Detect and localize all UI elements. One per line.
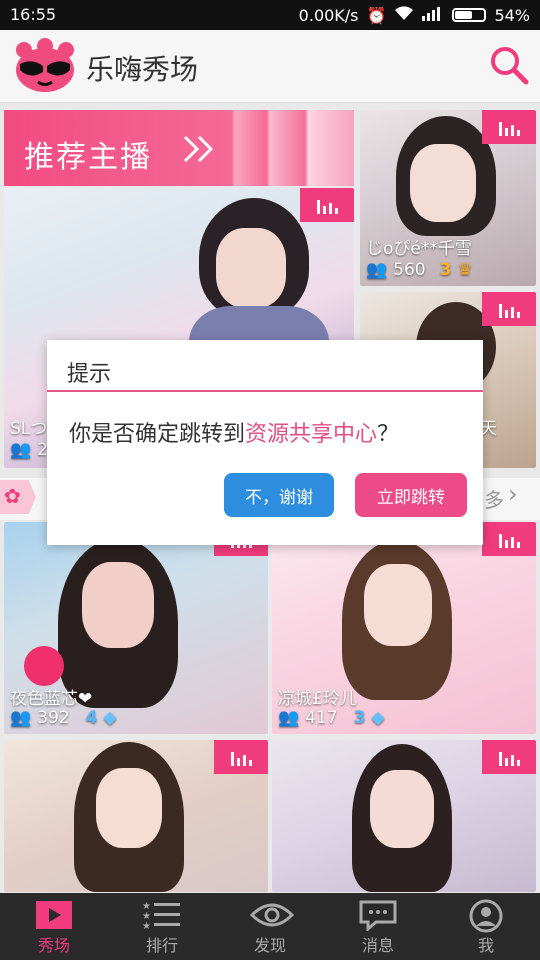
dialog-message-suffix: ？	[377, 422, 400, 447]
nav-item-ranking[interactable]: ★ ★ ★ 排行	[108, 893, 216, 960]
confirm-button[interactable]: 立即跳转	[355, 473, 467, 517]
nav-label: 发现	[253, 936, 286, 955]
bottom-nav: 秀场 ★ ★ ★ 排行 发现 消息 我	[0, 893, 540, 960]
nav-label: 消息	[361, 936, 394, 955]
nav-label: 秀场	[37, 936, 70, 955]
nav-item-me[interactable]: 我	[432, 893, 540, 960]
play-icon	[36, 901, 72, 929]
message-icon	[359, 900, 397, 931]
nav-label: 我	[477, 936, 494, 955]
nav-item-discover[interactable]: 发现	[216, 893, 324, 960]
profile-icon	[469, 899, 503, 933]
dialog-message-target: 资源共享中心	[245, 422, 378, 447]
dialog-title: 提示	[67, 362, 112, 387]
nav-label: 排行	[145, 936, 178, 955]
dialog-divider	[47, 390, 483, 392]
ranking-list-icon: ★ ★ ★	[142, 901, 180, 931]
dialog-message: 你是否确定跳转到资源共享中心？	[69, 416, 399, 448]
dialog-message-prefix: 你是否确定跳转到	[69, 422, 246, 447]
cancel-button[interactable]: 不，谢谢	[224, 473, 334, 517]
nav-item-showroom[interactable]: 秀场	[0, 893, 108, 960]
eye-icon	[250, 903, 294, 927]
confirm-dialog: 提示 你是否确定跳转到资源共享中心？ 不，谢谢 立即跳转	[47, 340, 483, 545]
nav-item-messages[interactable]: 消息	[324, 893, 432, 960]
svg-text:★: ★	[142, 921, 151, 931]
